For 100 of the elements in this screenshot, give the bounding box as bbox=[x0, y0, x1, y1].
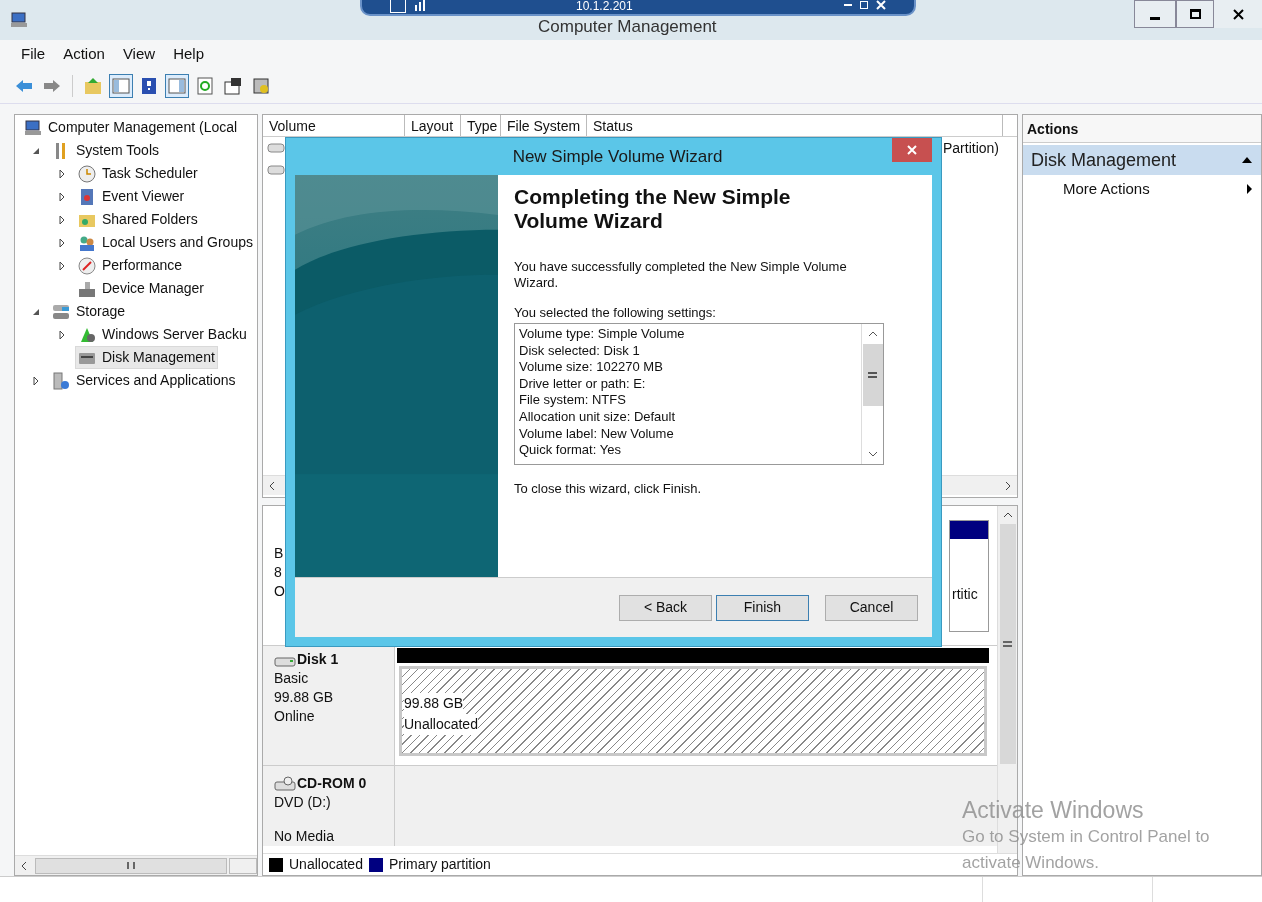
column-header[interactable]: Volume bbox=[263, 115, 405, 136]
close-icon bbox=[1232, 8, 1244, 20]
actions-header: Actions bbox=[1023, 115, 1261, 143]
expand-arrow-icon[interactable] bbox=[57, 237, 67, 248]
expand-arrow-icon[interactable] bbox=[31, 375, 41, 386]
menu-item[interactable]: Action bbox=[54, 42, 114, 66]
disk-info: Basic bbox=[274, 669, 310, 688]
scroll-left-icon[interactable] bbox=[21, 860, 27, 871]
refresh-icon bbox=[195, 75, 215, 96]
scroll-grip-icon[interactable] bbox=[868, 372, 877, 378]
horizontal-scrollbar[interactable] bbox=[15, 855, 257, 875]
tree-item[interactable]: Performance bbox=[75, 254, 186, 277]
scroll-up-icon[interactable] bbox=[867, 331, 878, 337]
gauge-icon bbox=[78, 256, 96, 275]
closing-instruction: To close this wizard, click Finish. bbox=[514, 480, 703, 498]
tree-item[interactable]: Disk Management bbox=[75, 346, 218, 369]
close-icon bbox=[907, 145, 917, 155]
collapse-icon[interactable] bbox=[1241, 156, 1253, 164]
maximize-button[interactable] bbox=[1176, 0, 1214, 28]
export-icon bbox=[251, 75, 271, 96]
menu-item[interactable]: View bbox=[113, 42, 165, 66]
storage-icon bbox=[52, 302, 70, 321]
disk-name: Disk 1 bbox=[297, 650, 339, 669]
tree-item[interactable]: Windows Server Backu bbox=[75, 323, 250, 346]
partition-status: Unallocated bbox=[404, 714, 478, 735]
signal-icon bbox=[414, 0, 428, 11]
tree-toolbar-button[interactable] bbox=[109, 73, 133, 98]
close-icon[interactable] bbox=[876, 0, 886, 10]
properties-icon bbox=[223, 75, 243, 96]
partition-size: 99.88 GB bbox=[404, 693, 464, 714]
device-icon bbox=[78, 279, 96, 298]
scroll-right-icon[interactable] bbox=[1005, 480, 1011, 491]
tree-item[interactable]: Shared Folders bbox=[75, 208, 201, 231]
wizard-heading: Completing the New Simple Volume Wizard bbox=[514, 185, 792, 233]
close-button[interactable] bbox=[1214, 0, 1262, 28]
disk-info-fragment: O bbox=[274, 582, 286, 601]
tree-item[interactable]: Services and Applications bbox=[49, 369, 239, 392]
settings-list[interactable]: Volume type: Simple Volume Disk selected: Disk 1 Volume size: 102270 MB Drive letter or path: E: File system: NTFS Allocation unit size: Default Volume label: New Volume Quick format: Yes bbox=[514, 323, 884, 465]
tree-item[interactable]: Event Viewer bbox=[75, 185, 188, 208]
scroll-left-icon[interactable] bbox=[269, 480, 275, 491]
pin-icon[interactable] bbox=[390, 0, 406, 13]
setting-line: Allocation unit size: Default bbox=[519, 408, 677, 426]
tree-item[interactable]: Local Users and Groups bbox=[75, 231, 256, 254]
setting-line: File system: NTFS bbox=[519, 392, 627, 409]
dialog-button[interactable]: Cancel bbox=[825, 594, 918, 621]
volume-icon bbox=[267, 143, 285, 153]
log-icon bbox=[78, 187, 96, 206]
menu-item[interactable]: Help bbox=[164, 42, 213, 66]
column-header[interactable]: Layout bbox=[405, 115, 461, 136]
settings-label: You selected the following settings: bbox=[514, 305, 717, 321]
actionpane-toolbar-button[interactable] bbox=[165, 73, 189, 98]
expand-arrow-icon[interactable] bbox=[57, 329, 67, 340]
scroll-grip-icon[interactable] bbox=[1003, 641, 1012, 647]
dialog-title: New Simple Volume Wizard bbox=[511, 145, 723, 168]
remote-restore-icon[interactable] bbox=[860, 1, 868, 9]
expand-arrow-icon[interactable] bbox=[57, 260, 67, 271]
tree-item[interactable]: Device Manager bbox=[75, 277, 207, 300]
setting-line: Quick format: Yes bbox=[519, 442, 622, 459]
legend-label: Unallocated bbox=[289, 855, 363, 874]
tree-item[interactable]: Computer Management (Local bbox=[21, 116, 241, 139]
window-title: Computer Management bbox=[538, 17, 717, 37]
minimize-button[interactable] bbox=[1134, 0, 1176, 28]
actionpane-icon bbox=[167, 75, 187, 96]
tree-item[interactable]: Storage bbox=[49, 300, 129, 323]
disk-info-fragment: 8 bbox=[274, 563, 283, 582]
unallocated-partition[interactable]: 99.88 GB Unallocated bbox=[399, 666, 987, 756]
volume-icon bbox=[267, 165, 285, 175]
tree-item[interactable]: System Tools bbox=[49, 139, 162, 162]
setting-line: Volume type: Simple Volume bbox=[519, 326, 686, 343]
legend-label: Primary partition bbox=[388, 855, 491, 874]
disk-name: CD-ROM 0 bbox=[297, 774, 367, 793]
expand-arrow-icon[interactable] bbox=[57, 168, 67, 179]
app-icon[interactable] bbox=[10, 11, 28, 29]
expand-arrow-icon[interactable] bbox=[57, 214, 67, 225]
up-icon bbox=[83, 75, 103, 96]
scroll-down-icon[interactable] bbox=[867, 451, 878, 457]
setting-line: Disk selected: Disk 1 bbox=[519, 342, 641, 360]
disk-info: Online bbox=[274, 707, 316, 726]
wizard-intro: You have successfully completed the New Simple Volume Wizard. bbox=[514, 259, 848, 291]
scroll-up-icon[interactable] bbox=[1002, 512, 1013, 518]
tree-item[interactable]: Task Scheduler bbox=[75, 162, 201, 185]
scroll-grip-icon[interactable] bbox=[127, 862, 135, 869]
services-icon bbox=[52, 371, 70, 390]
menu-item[interactable]: File bbox=[12, 42, 55, 66]
action-link[interactable]: More Actions bbox=[1063, 177, 1150, 201]
disk-info-fragment: B bbox=[274, 544, 285, 563]
vertical-scrollbar[interactable] bbox=[861, 324, 883, 464]
clock-icon bbox=[78, 164, 96, 183]
disk-info: 99.88 GB bbox=[274, 688, 335, 707]
expand-arrow-icon[interactable] bbox=[57, 191, 67, 202]
setting-line: Volume label: New Volume bbox=[519, 425, 675, 443]
partition-label-fragment: rtitic bbox=[951, 585, 979, 604]
actions-section-header[interactable]: Disk Management bbox=[1023, 145, 1261, 175]
column-header[interactable]: File System bbox=[501, 115, 587, 136]
dialog-button[interactable]: Finish bbox=[716, 594, 809, 621]
column-header[interactable]: Type bbox=[461, 115, 501, 136]
column-header[interactable]: Status bbox=[587, 115, 1003, 136]
setting-line: Volume size: 102270 MB bbox=[519, 359, 664, 376]
setting-line: Drive letter or path: E: bbox=[519, 375, 647, 393]
dialog-button[interactable]: < Back bbox=[619, 594, 712, 621]
